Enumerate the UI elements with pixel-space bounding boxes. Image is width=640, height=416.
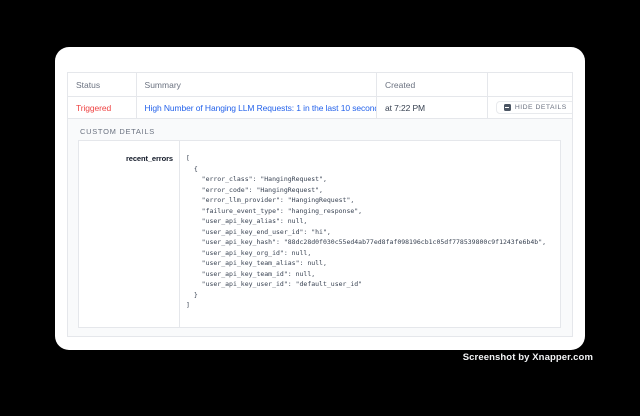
hide-details-button[interactable]: HIDE DETAILS xyxy=(496,101,572,114)
column-header-status: Status xyxy=(68,73,137,96)
created-cell: at 7:22 PM xyxy=(377,97,488,118)
column-header-summary: Summary xyxy=(137,73,377,96)
column-header-actions xyxy=(488,73,572,96)
hide-details-label: HIDE DETAILS xyxy=(515,104,567,111)
custom-details-heading: CUSTOM DETAILS xyxy=(80,127,155,136)
recent-errors-field-label: recent_errors xyxy=(126,154,173,163)
json-code-column: [ { "error_class": "HangingRequest", "er… xyxy=(180,141,560,327)
alerts-table: Status Summary Created Triggered High Nu… xyxy=(67,72,573,337)
table-row: Triggered High Number of Hanging LLM Req… xyxy=(68,97,572,119)
actions-cell: HIDE DETAILS xyxy=(488,97,572,118)
field-label-column: recent_errors xyxy=(79,141,180,327)
alert-details-card: Status Summary Created Triggered High Nu… xyxy=(55,47,585,350)
alert-summary-link[interactable]: High Number of Hanging LLM Requests: 1 i… xyxy=(145,103,377,113)
custom-details-box: recent_errors [ { "error_class": "Hangin… xyxy=(78,140,561,328)
status-badge: Triggered xyxy=(76,103,111,113)
summary-cell: High Number of Hanging LLM Requests: 1 i… xyxy=(137,97,377,118)
custom-details-section: CUSTOM DETAILS recent_errors [ { "error_… xyxy=(68,119,572,336)
recent-errors-json-code: [ { "error_class": "HangingRequest", "er… xyxy=(186,153,556,311)
created-timestamp: at 7:22 PM xyxy=(385,103,425,113)
column-header-created: Created xyxy=(377,73,488,96)
xnapper-watermark: Screenshot by Xnapper.com xyxy=(463,352,593,363)
table-header-row: Status Summary Created xyxy=(68,73,572,97)
status-cell: Triggered xyxy=(68,97,137,118)
minus-square-icon xyxy=(504,104,511,111)
